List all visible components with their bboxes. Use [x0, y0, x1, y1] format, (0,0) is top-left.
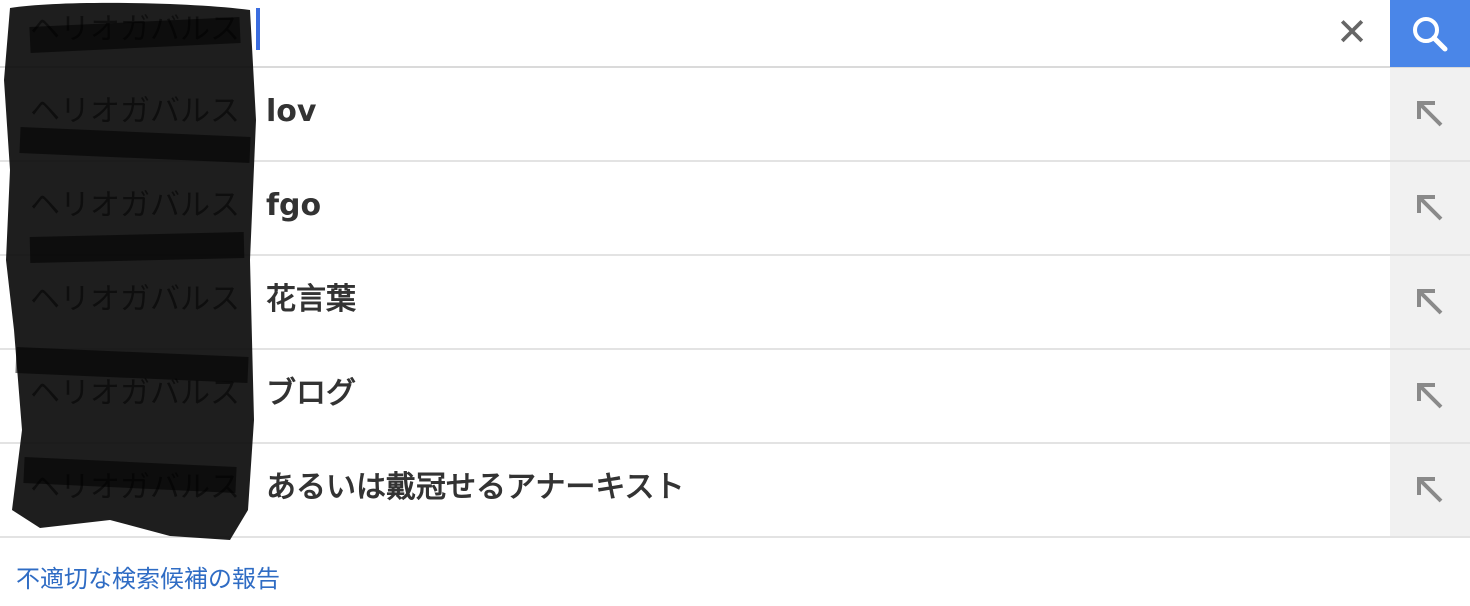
- search-suggestion-panel: ヘリオガバルス ✕ ヘリオガバルス lov ヘリオガバルス fgo ヘリオガバル…: [0, 0, 1470, 606]
- suggestion-item[interactable]: ヘリオガバルス fgo: [0, 162, 1470, 256]
- close-icon: ✕: [1336, 10, 1368, 54]
- suggestion-item[interactable]: ヘリオガバルス 花言葉: [0, 256, 1470, 350]
- suggestion-completion: lov: [266, 94, 317, 129]
- suggestion-prefix: ヘリオガバルス: [30, 470, 240, 505]
- suggestion-completion: あるいは戴冠せるアナーキスト: [266, 470, 685, 505]
- suggestion-completion: 花言葉: [266, 282, 356, 317]
- suggestion-prefix: ヘリオガバルス: [30, 282, 240, 317]
- arrow-up-left-icon: [1417, 101, 1443, 127]
- suggestion-item[interactable]: ヘリオガバルス ブログ: [0, 350, 1470, 444]
- fill-query-button[interactable]: [1390, 68, 1470, 160]
- suggestion-prefix: ヘリオガバルス: [30, 188, 240, 223]
- search-input[interactable]: ヘリオガバルス: [30, 10, 240, 50]
- clear-button[interactable]: ✕: [1328, 10, 1376, 54]
- search-button[interactable]: [1390, 0, 1470, 67]
- suggestion-item[interactable]: ヘリオガバルス あるいは戴冠せるアナーキスト: [0, 444, 1470, 538]
- arrow-up-left-icon: [1417, 383, 1443, 409]
- fill-query-button[interactable]: [1390, 256, 1470, 348]
- suggestion-prefix: ヘリオガバルス: [30, 376, 240, 411]
- arrow-up-left-icon: [1417, 289, 1443, 315]
- search-bar: ヘリオガバルス ✕: [0, 0, 1470, 68]
- fill-query-button[interactable]: [1390, 350, 1470, 442]
- fill-query-button[interactable]: [1390, 162, 1470, 254]
- arrow-up-left-icon: [1417, 195, 1443, 221]
- suggestion-completion: fgo: [266, 188, 322, 223]
- arrow-up-left-icon: [1417, 477, 1443, 503]
- suggestion-list: ヘリオガバルス lov ヘリオガバルス fgo ヘリオガバルス 花言葉 ヘリオガ…: [0, 68, 1470, 538]
- suggestion-completion: ブログ: [266, 376, 356, 411]
- suggestion-item[interactable]: ヘリオガバルス lov: [0, 68, 1470, 162]
- suggestion-prefix: ヘリオガバルス: [30, 94, 240, 129]
- search-icon: [1413, 16, 1448, 51]
- report-inappropriate-predictions-link[interactable]: 不適切な検索候補の報告: [16, 562, 280, 596]
- text-caret: [256, 8, 260, 50]
- fill-query-button[interactable]: [1390, 444, 1470, 536]
